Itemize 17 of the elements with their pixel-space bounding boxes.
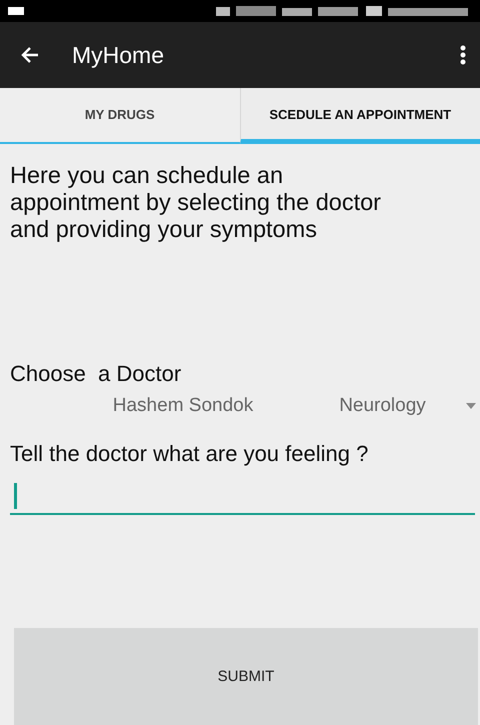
doctor-dropdown[interactable]: Hashem Sondok Neurology: [10, 393, 476, 419]
tab[interactable]: SCEDULE AN APPOINTMENT: [240, 88, 480, 144]
intro-text: Here you can schedule an appointment by selecting the doctor and providing your symptoms: [10, 162, 382, 243]
status-icon: [236, 6, 276, 16]
more-dots-icon: [460, 45, 466, 65]
status-icon: [366, 6, 382, 16]
doctor-label: Choose a Doctor: [10, 361, 182, 387]
back-arrow-icon: [20, 46, 40, 64]
status-icon: [216, 7, 230, 16]
status-icon: [388, 8, 468, 16]
app-title: MyHome: [72, 42, 166, 68]
status-icon: [282, 8, 312, 16]
notification-icon: [8, 5, 24, 17]
dropdown-arrow-icon: [466, 403, 476, 409]
symptoms-label: Tell the doctor what are you feeling ?: [10, 441, 370, 467]
status-icon: [318, 7, 358, 16]
submit-button[interactable]: SUBMIT: [14, 628, 478, 725]
